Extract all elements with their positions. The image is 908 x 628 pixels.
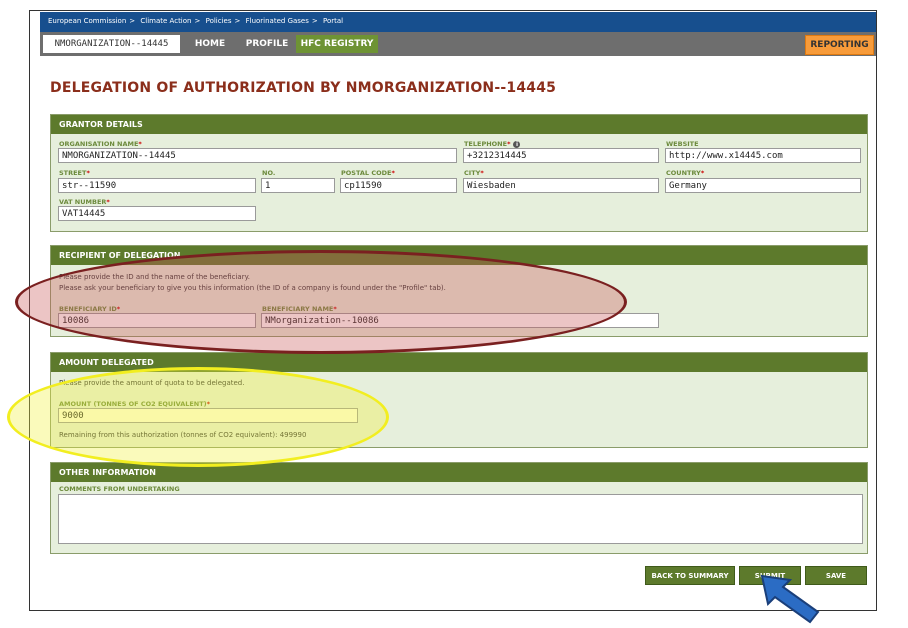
telephone-field[interactable]: +3212314445 [463,148,659,163]
city-field[interactable]: Wiesbaden [463,178,659,193]
org-name-field[interactable]: NMORGANIZATION--14445 [58,148,457,163]
country-label: COUNTRY* [666,169,705,177]
country-field[interactable]: Germany [665,178,861,193]
street-label: STREET* [59,169,90,177]
postal-code-label: POSTAL CODE* [341,169,395,177]
submit-button[interactable]: SUBMIT [739,566,801,585]
recipient-note: Please ask your beneficiary to give you … [59,284,446,292]
tab-home[interactable]: HOME [188,35,232,53]
recipient-note: Please provide the ID and the name of th… [59,273,250,281]
remaining-text: Remaining from this authorization (tonne… [59,431,307,439]
beneficiary-id-label: BENEFICIARY ID* [59,305,121,313]
breadcrumb: European Commission > Climate Action > Pol… [40,12,876,32]
org-name-label: ORGANISATION NAME* [59,140,142,148]
tab-reporting[interactable]: REPORTING [805,35,874,55]
postal-code-field[interactable]: cp11590 [340,178,457,193]
beneficiary-id-field[interactable]: 10086 [58,313,256,328]
main-nav: NMORGANIZATION--14445 HOME PROFILE HFC R… [40,32,876,56]
beneficiary-name-field[interactable]: NMorganization--10086 [261,313,659,328]
website-label: WEBSITE [666,140,699,148]
no-label: NO. [262,169,276,177]
info-icon[interactable]: i [513,140,521,148]
tab-hfc-registry[interactable]: HFC REGISTRY [296,35,378,53]
back-to-summary-button[interactable]: BACK TO SUMMARY [645,566,735,585]
breadcrumb-item[interactable]: Fluorinated Gases [246,17,309,25]
street-field[interactable]: str--11590 [58,178,256,193]
website-field[interactable]: http://www.x14445.com [665,148,861,163]
breadcrumb-item[interactable]: Climate Action [140,17,191,25]
comments-label: COMMENTS FROM UNDERTAKING [59,485,180,493]
vat-field[interactable]: VAT14445 [58,206,256,221]
recipient-header: RECIPIENT OF DELEGATION [51,246,867,265]
breadcrumb-item[interactable]: European Commission [48,17,126,25]
breadcrumb-trail: European Commission > Climate Action > Pol… [48,17,344,25]
comments-textarea[interactable] [58,494,863,544]
telephone-label: TELEPHONE* i [464,140,521,148]
page-title: DELEGATION OF AUTHORIZATION BY NMORGANIZ… [50,80,557,96]
grantor-header: GRANTOR DETAILS [51,115,867,134]
breadcrumb-item[interactable]: Portal [323,17,343,25]
amount-field[interactable]: 9000 [58,408,358,423]
breadcrumb-item[interactable]: Policies [206,17,232,25]
city-label: CITY* [464,169,484,177]
save-button[interactable]: SAVE [805,566,867,585]
number-field[interactable]: 1 [261,178,335,193]
amount-note: Please provide the amount of quota to be… [59,379,245,387]
beneficiary-name-label: BENEFICIARY NAME* [262,305,337,313]
vat-label: VAT NUMBER* [59,198,110,206]
other-header: OTHER INFORMATION [51,463,867,482]
tab-profile[interactable]: PROFILE [242,35,292,53]
tab-organization[interactable]: NMORGANIZATION--14445 [43,35,180,53]
amount-header: AMOUNT DELEGATED [51,353,867,372]
amount-label: AMOUNT (TONNES OF CO2 EQUIVALENT)* [59,400,211,408]
